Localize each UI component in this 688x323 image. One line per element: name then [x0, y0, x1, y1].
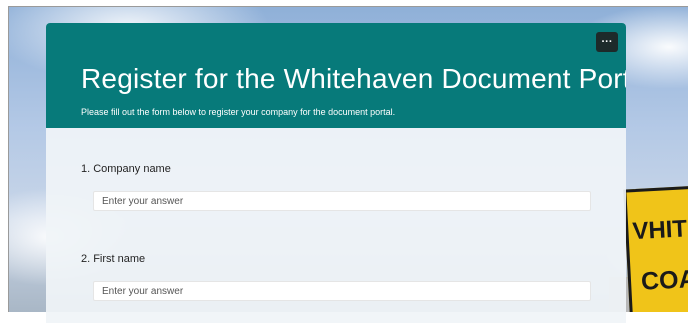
- sign-text-line-1: VHITEH: [631, 213, 688, 246]
- question-text: Company name: [93, 163, 171, 175]
- question-first-name: 2. First name: [81, 253, 601, 301]
- company-name-input[interactable]: [93, 191, 591, 211]
- road-sign: VHITEH COAL: [623, 184, 688, 312]
- first-name-input[interactable]: [93, 281, 591, 301]
- question-number: 1.: [81, 163, 91, 175]
- sign-text-line-2: COAL: [640, 264, 688, 296]
- form-subtitle: Please fill out the form below to regist…: [81, 107, 396, 117]
- form-header: ··· Register for the Whitehaven Document…: [46, 23, 626, 128]
- question-label: 2. First name: [81, 253, 601, 265]
- more-options-button[interactable]: ···: [596, 32, 618, 52]
- form-title: Register for the Whitehaven Document Por…: [81, 63, 626, 94]
- question-company-name: 1. Company name: [81, 163, 601, 211]
- question-text: First name: [93, 253, 146, 265]
- question-number: 2.: [81, 253, 91, 265]
- form-card: ··· Register for the Whitehaven Document…: [46, 23, 626, 323]
- question-label: 1. Company name: [81, 163, 601, 175]
